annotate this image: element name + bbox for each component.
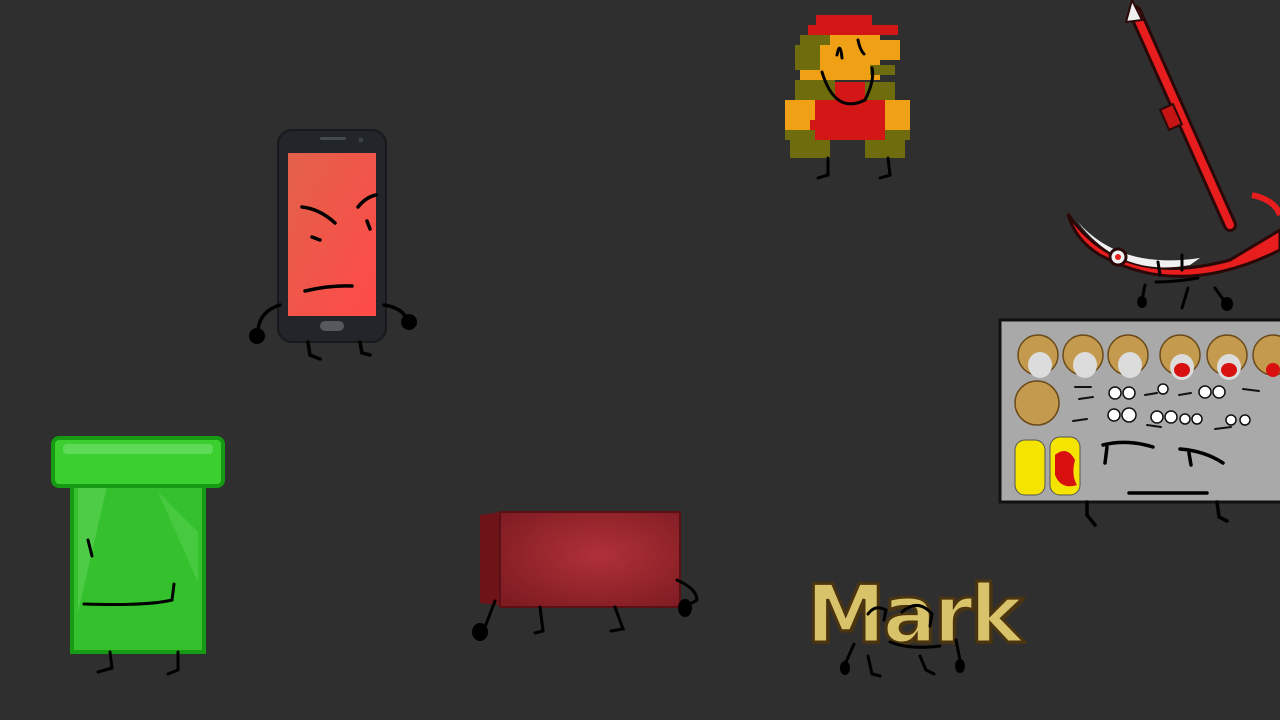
pipe-icon (51, 436, 225, 654)
pipe-character[interactable] (48, 432, 228, 682)
mark-character[interactable] (830, 600, 980, 685)
block-leg-1 (533, 605, 545, 635)
scythe-character[interactable] (1060, 0, 1280, 320)
mark-mouth (888, 640, 942, 649)
block-face (499, 511, 681, 608)
phone-right-leg (358, 340, 372, 357)
block-icon (480, 511, 681, 608)
block-right-hand (678, 599, 692, 617)
scythe-mouth (1154, 276, 1200, 284)
pixel-hero-character[interactable] (780, 10, 915, 185)
pipe-right-leg (166, 650, 180, 676)
scythe-icon (1066, 0, 1280, 278)
block-side (480, 512, 500, 605)
pixel-sprite-icon (785, 15, 910, 158)
hero-right-leg (878, 156, 892, 180)
phone-right-hand (401, 314, 417, 330)
sheet-right-leg (1215, 500, 1229, 523)
pipe-left-leg (96, 650, 114, 674)
game-stage: Mark (0, 0, 1280, 720)
mark-right-eye (900, 604, 934, 628)
phone-right-arm (382, 303, 408, 320)
scythe-foot-1 (1137, 296, 1147, 308)
sheet-right-eye (1187, 451, 1193, 467)
asset-sheet-icon (998, 318, 1280, 504)
phone-camera (358, 137, 364, 143)
scythe-hook (1251, 192, 1280, 217)
mark-leg-2 (918, 654, 936, 676)
block-left-arm (483, 599, 497, 629)
phone-speaker (320, 137, 346, 140)
block-leg-2 (609, 605, 626, 633)
mark-right-arm (954, 638, 962, 662)
mark-leg-1 (866, 654, 882, 678)
asset-sheet-character[interactable] (995, 315, 1280, 535)
scythe-left-eye (1156, 260, 1162, 277)
yellow-slot (1014, 439, 1046, 496)
mark-left-arm (844, 642, 856, 664)
phone-home-button (320, 321, 344, 331)
mark-right-hand (955, 659, 965, 673)
red-block-character[interactable] (465, 505, 710, 650)
mark-left-eye (866, 606, 888, 622)
sheet-left-eye (1103, 445, 1109, 465)
phone-screen (288, 153, 376, 316)
phone-left-arm (256, 303, 282, 332)
scythe-foot-2 (1221, 297, 1233, 311)
phone-left-leg (306, 340, 322, 361)
block-left-hand (472, 623, 488, 641)
mark-left-hand (840, 661, 850, 675)
sheet-left-leg (1085, 500, 1097, 527)
phone-character[interactable] (240, 125, 430, 370)
phone-left-hand (249, 328, 265, 344)
scythe-leg-2 (1180, 286, 1190, 310)
hero-left-leg (816, 156, 830, 180)
